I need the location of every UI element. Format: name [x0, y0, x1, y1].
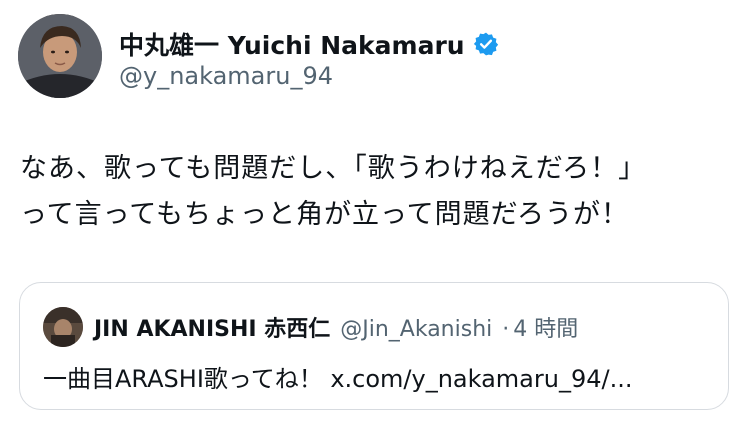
- author-handle[interactable]: @y_nakamaru_94: [119, 62, 333, 90]
- quoted-display-name: JIN AKANISHI 赤西仁: [94, 317, 331, 342]
- tweet-card: 中丸雄一 Yuichi Nakamaru @y_nakamaru_94 なあ、歌…: [0, 0, 749, 421]
- author-display-name[interactable]: 中丸雄一 Yuichi Nakamaru: [119, 26, 465, 62]
- quoted-handle: @Jin_Akanishi: [340, 317, 493, 342]
- quoted-timestamp: 4 時間: [513, 317, 579, 342]
- quoted-tweet-header: JIN AKANISHI 赤西仁 @Jin_Akanishi · 4 時間: [94, 311, 578, 343]
- author-name-row: 中丸雄一 Yuichi Nakamaru: [119, 26, 499, 62]
- tweet-text: なあ、歌っても問題だし、「歌うわけねえだろ！」 って言ってもちょっと角が立って問…: [20, 146, 735, 238]
- quoted-tweet-text: 一曲目ARASHI歌ってね！ x.com/y_nakamaru_94/...: [43, 365, 633, 393]
- quoted-profile-photo: [43, 307, 83, 347]
- quoted-tweet-card[interactable]: JIN AKANISHI 赤西仁 @Jin_Akanishi · 4 時間 一曲…: [19, 282, 729, 410]
- author-avatar[interactable]: [18, 14, 102, 98]
- tweet-text-line: って言ってもちょっと角が立って問題だろうが！: [20, 199, 629, 230]
- tweet-text-line: なあ、歌っても問題だし、「歌うわけねえだろ！」: [20, 153, 647, 184]
- quoted-separator: ·: [502, 317, 510, 342]
- quoted-author-avatar: [43, 307, 83, 347]
- profile-photo: [18, 14, 102, 98]
- verified-badge-icon: [473, 31, 499, 57]
